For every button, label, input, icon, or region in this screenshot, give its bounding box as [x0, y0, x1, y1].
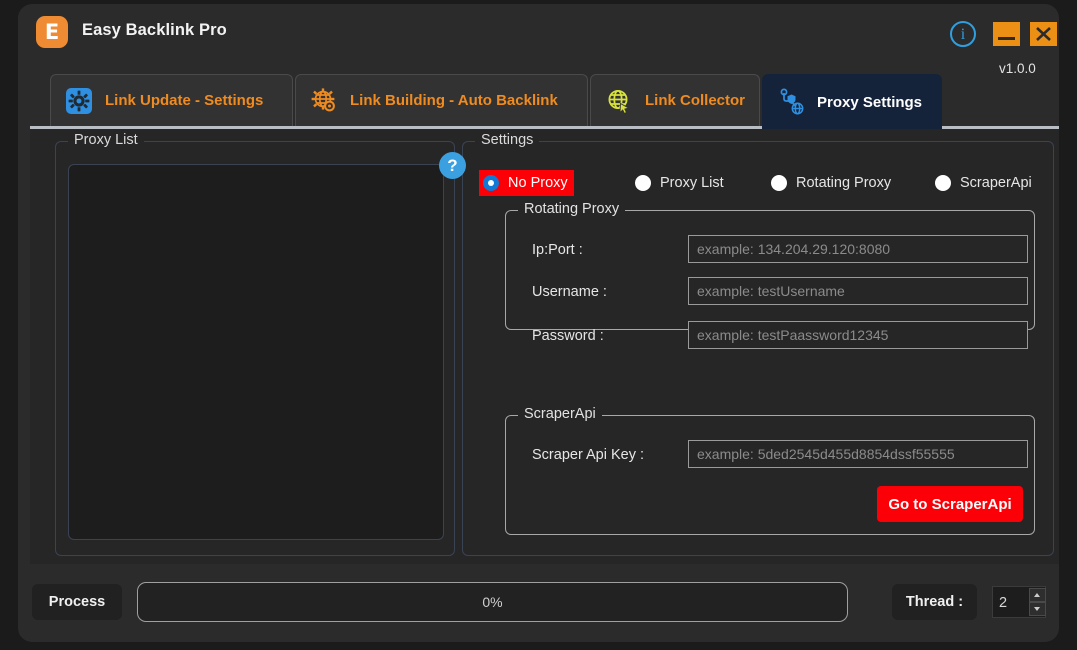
scraper-api-key-row: Scraper Api Key :	[532, 442, 644, 468]
info-icon[interactable]: i	[950, 21, 976, 47]
radio-label-no-proxy: No Proxy	[508, 175, 568, 191]
radio-mark-proxy-list	[635, 175, 651, 191]
password-row: Password :	[532, 323, 604, 349]
tab-link-building-auto-backlink[interactable]: Link Building - Auto Backlink	[295, 74, 588, 126]
proxy-list-group-title: Proxy List	[68, 132, 144, 148]
globe-cursor-icon	[608, 89, 630, 114]
ip-port-row: Ip:Port :	[532, 237, 583, 263]
rotating-proxy-group-title: Rotating Proxy	[518, 201, 626, 217]
username-row: Username :	[532, 279, 607, 305]
radio-scraper-api[interactable]: ScraperApi	[931, 170, 1038, 196]
minimize-button[interactable]	[993, 22, 1020, 46]
tab-link-collector[interactable]: Link Collector	[590, 74, 760, 126]
username-input[interactable]	[688, 277, 1028, 305]
radio-no-proxy[interactable]: No Proxy	[479, 170, 574, 196]
process-button[interactable]: Process	[32, 584, 122, 620]
radio-label-rotating-proxy: Rotating Proxy	[796, 175, 892, 191]
ip-port-input[interactable]	[688, 235, 1028, 263]
scraper-api-group-title: ScraperApi	[518, 406, 602, 422]
scraper-api-key-label: Scraper Api Key :	[532, 447, 645, 463]
progress-bar: 0%	[137, 582, 848, 622]
tab-link-update-settings[interactable]: Link Update - Settings	[50, 74, 293, 126]
content-area: Proxy List ? Settings No Proxy Proxy Lis…	[30, 129, 1059, 564]
scraper-api-group: ScraperApi Scraper Api Key : Go to Scrap…	[505, 406, 1035, 535]
rotating-proxy-group: Rotating Proxy Ip:Port : Username : Pass…	[505, 201, 1035, 349]
title-bar: E Easy Backlink Pro i v1.0.0	[18, 4, 1059, 76]
radio-label-proxy-list: Proxy List	[660, 175, 724, 191]
username-label: Username :	[532, 284, 607, 300]
thread-spinner[interactable]	[992, 586, 1046, 619]
password-label: Password :	[532, 328, 604, 344]
tab-link-update-settings-label: Link Update - Settings	[105, 92, 264, 109]
help-icon-proxy-list[interactable]: ?	[439, 152, 466, 179]
app-logo: E	[36, 16, 68, 48]
radio-mark-rotating-proxy	[771, 175, 787, 191]
tab-proxy-settings-label: Proxy Settings	[817, 93, 923, 111]
radio-mark-no-proxy	[483, 175, 499, 191]
settings-group: Settings No Proxy Proxy List Rotating Pr…	[462, 132, 1054, 556]
thread-label: Thread :	[892, 584, 977, 620]
go-to-scraperapi-button[interactable]: Go to ScraperApi	[877, 486, 1023, 522]
close-button[interactable]	[1030, 22, 1057, 46]
radio-proxy-list[interactable]: Proxy List	[631, 170, 730, 196]
thread-decrement-icon[interactable]	[1029, 602, 1046, 616]
settings-group-title: Settings	[475, 132, 540, 148]
radio-rotating-proxy[interactable]: Rotating Proxy	[767, 170, 897, 196]
gear-settings-icon	[66, 87, 92, 114]
close-icon	[1036, 27, 1051, 41]
password-input[interactable]	[688, 321, 1028, 349]
gear-globe-icon	[311, 87, 335, 111]
radio-mark-scraper-api	[935, 175, 951, 191]
proxy-list-group: Proxy List ?	[55, 132, 466, 556]
radio-label-scraper-api: ScraperApi	[960, 175, 1032, 191]
tab-strip: Link Update - Settings Link Building - A…	[18, 74, 1059, 129]
tab-link-building-auto-backlink-label: Link Building - Auto Backlink	[350, 92, 558, 109]
tab-proxy-settings[interactable]: Proxy Settings	[762, 74, 942, 129]
proxy-mode-radio-group: No Proxy Proxy List Rotating Proxy Scrap…	[479, 170, 1044, 198]
ip-port-label: Ip:Port :	[532, 242, 583, 258]
thread-increment-icon[interactable]	[1029, 588, 1046, 602]
proxy-list-textarea[interactable]	[68, 164, 444, 540]
application-window: E Easy Backlink Pro i v1.0.0 Link Update…	[18, 4, 1059, 642]
bottom-bar: Process 0% Thread :	[18, 564, 1059, 642]
proxy-network-icon	[780, 88, 804, 115]
progress-bar-text: 0%	[482, 594, 503, 610]
app-title: Easy Backlink Pro	[82, 21, 227, 39]
tab-link-collector-label: Link Collector	[645, 92, 746, 109]
scraper-api-key-input[interactable]	[688, 440, 1028, 468]
